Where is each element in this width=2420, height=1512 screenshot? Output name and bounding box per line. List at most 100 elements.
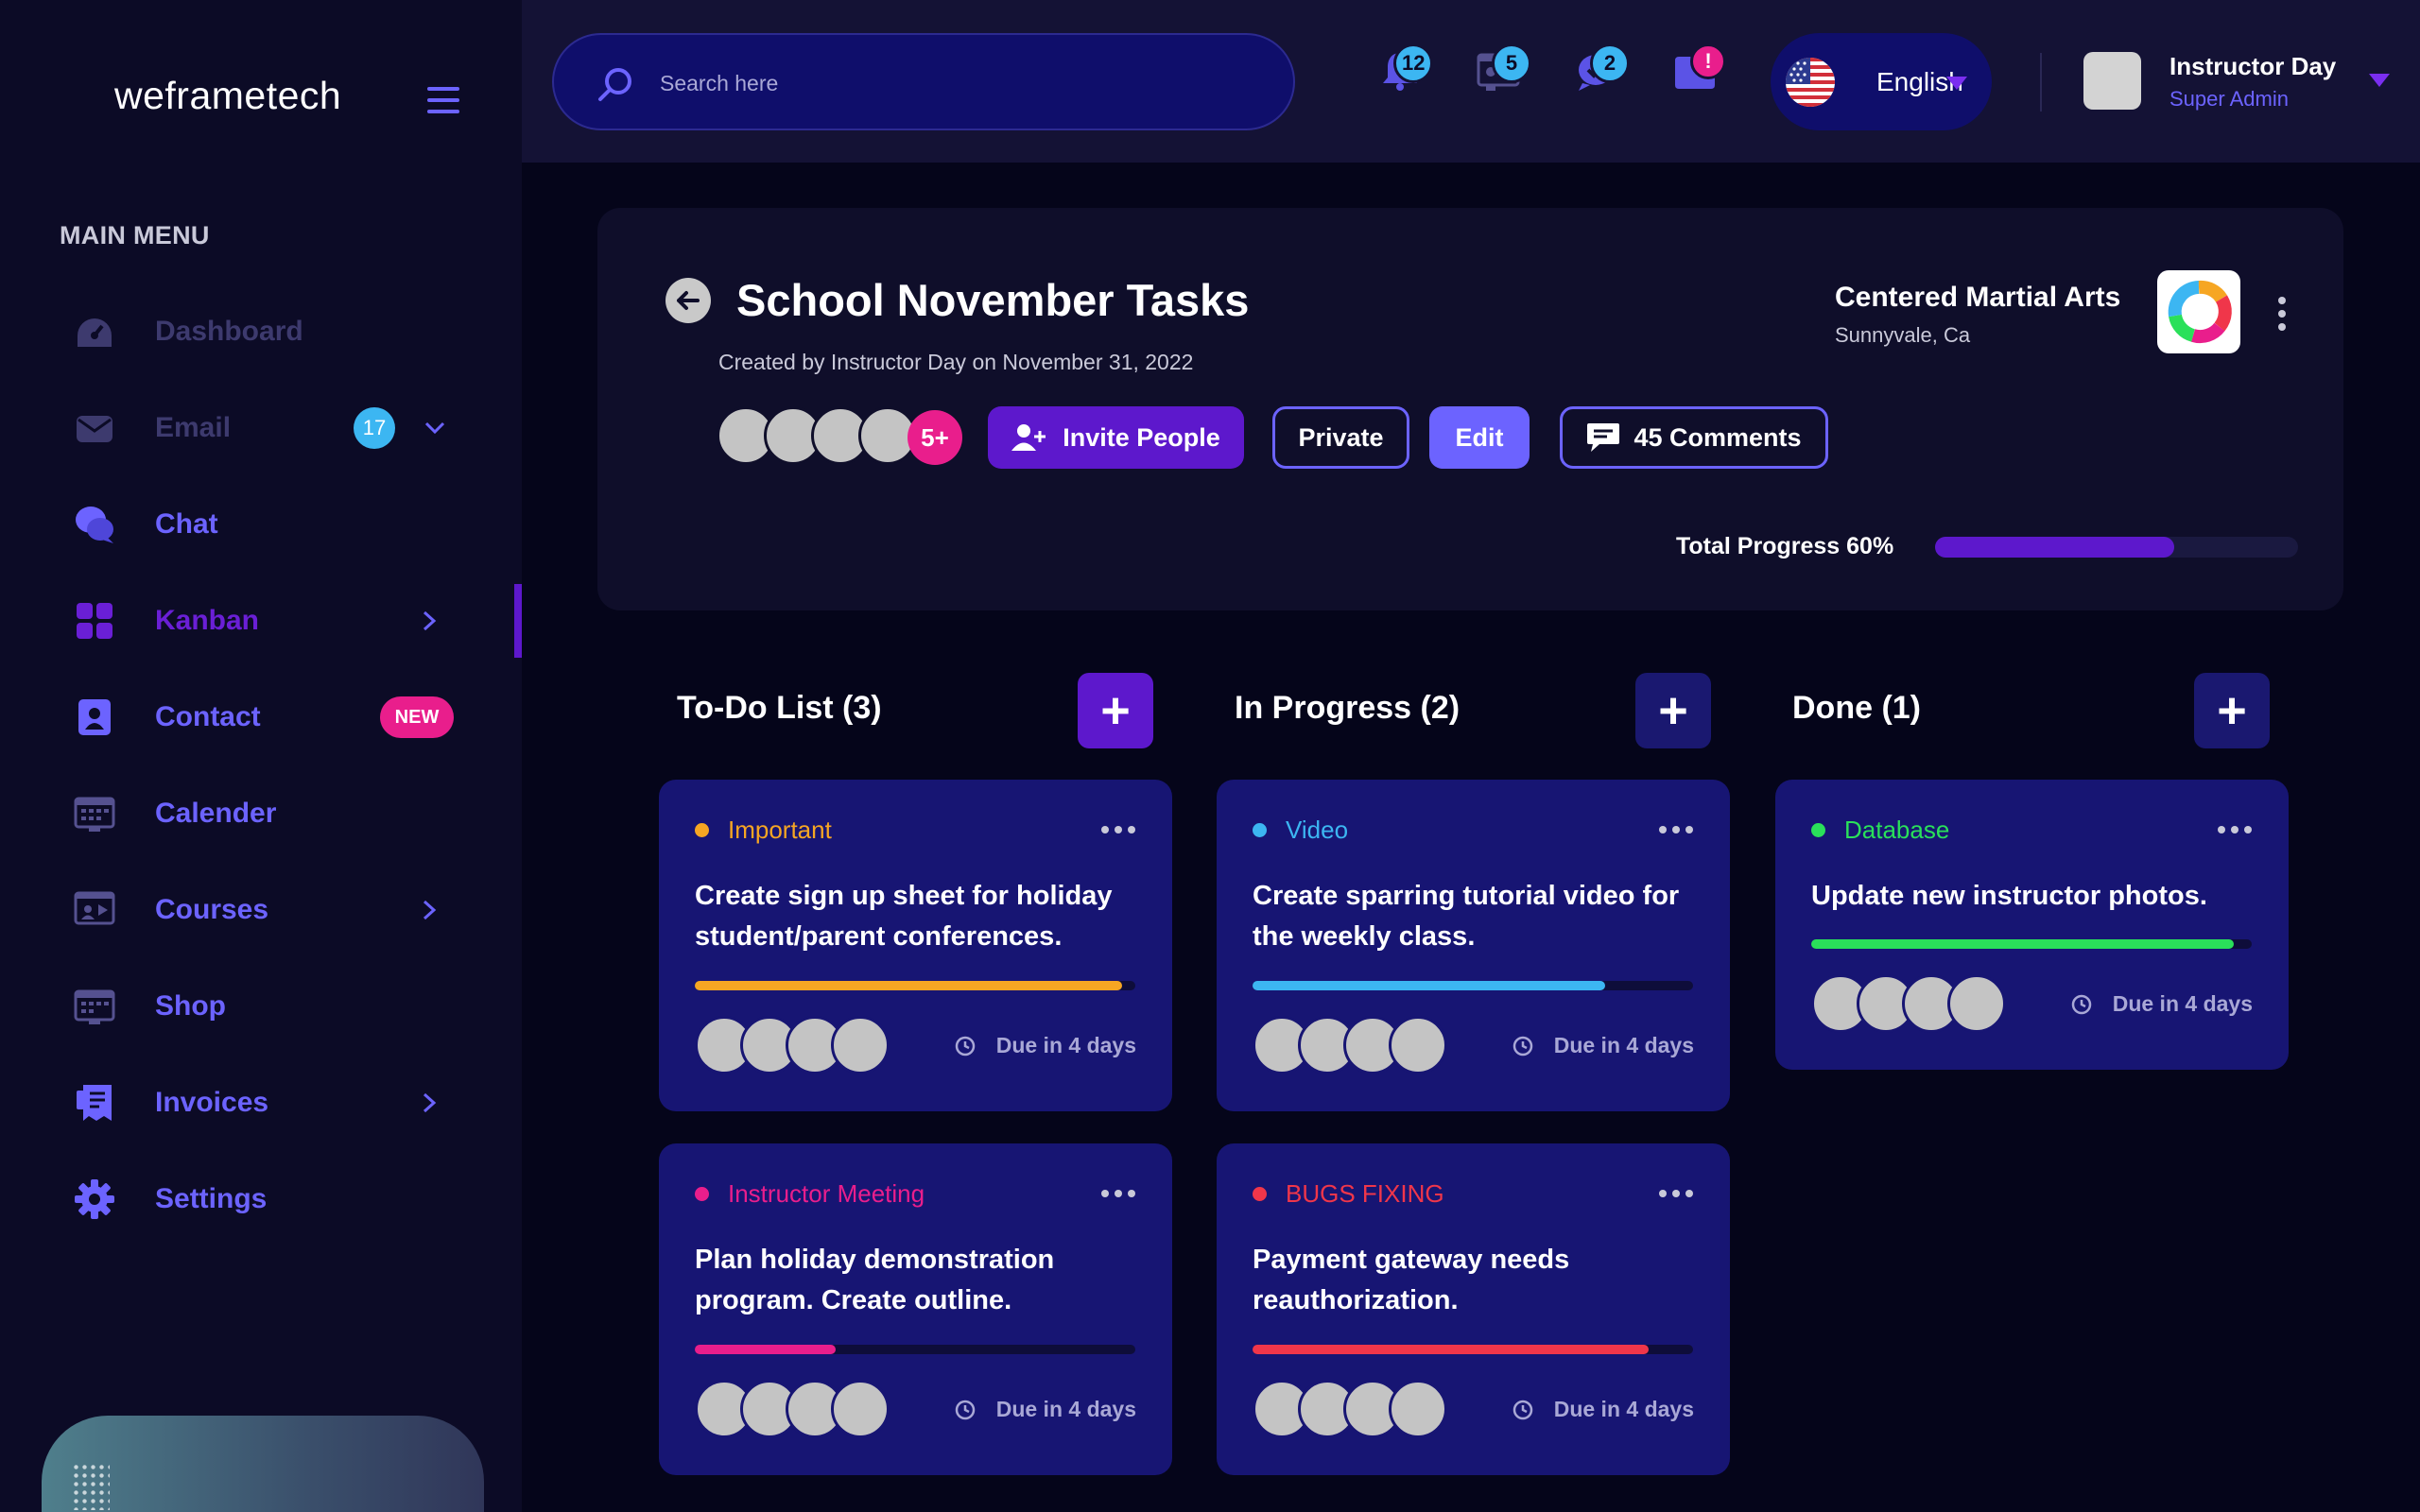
more-vertical-icon[interactable] (2276, 295, 2288, 333)
brand-logo[interactable]: weframetech (114, 74, 341, 118)
more-horizontal-icon[interactable] (1658, 825, 1694, 834)
sidebar-item-kanban[interactable]: Kanban (0, 573, 522, 669)
chevron-right-icon[interactable] (419, 610, 440, 631)
due-label: Due in 4 days (995, 1033, 1136, 1057)
promo-card[interactable] (42, 1416, 484, 1512)
more-horizontal-icon[interactable] (2217, 825, 2253, 834)
comments-button[interactable]: 45 Comments (1560, 406, 1828, 469)
task-card[interactable]: Video Create sparring tutorial video for… (1217, 780, 1730, 1111)
avatar[interactable] (831, 1380, 890, 1438)
sidebar-item-email[interactable]: Email 17 (0, 380, 522, 476)
sidebar-item-courses[interactable]: Courses (0, 862, 522, 958)
assignee-avatars[interactable] (695, 1016, 893, 1076)
sidebar-item-chat[interactable]: Chat (0, 476, 522, 573)
assignee-avatars[interactable] (1253, 1016, 1451, 1076)
sidebar-item-shop[interactable]: Shop (0, 958, 522, 1055)
due-date: Due in 4 days (955, 1397, 1136, 1422)
sidebar-item-settings[interactable]: Settings (0, 1151, 522, 1247)
task-title: Create sign up sheet for holiday student… (695, 881, 1113, 952)
certificate-count-badge: 5 (1492, 43, 1531, 83)
clock-icon (955, 1036, 975, 1056)
add-todo-button[interactable]: + (1078, 673, 1153, 748)
more-horizontal-icon[interactable] (1658, 1189, 1694, 1198)
due-date: Due in 4 days (1512, 1397, 1694, 1422)
chevron-right-icon[interactable] (419, 900, 440, 920)
task-title: Update new instructor photos. (1811, 881, 2207, 911)
task-progress-fill (1811, 939, 2235, 949)
member-avatars[interactable]: 5+ (717, 406, 981, 467)
avatar[interactable] (831, 1016, 890, 1074)
user-name[interactable]: Instructor Day (2169, 52, 2336, 81)
organization-location: Sunnyvale, Ca (1835, 323, 1971, 347)
sidebar-item-dashboard[interactable]: Dashboard (0, 284, 522, 380)
tag-dot (1811, 823, 1825, 837)
caret-down-icon[interactable] (2369, 74, 2390, 87)
sidebar-item-label: Calender (155, 798, 277, 829)
sidebar-item-label: Kanban (155, 605, 260, 636)
language-selector[interactable]: English (1771, 33, 1992, 130)
avatar[interactable] (1389, 1380, 1447, 1438)
due-label: Due in 4 days (1553, 1033, 1694, 1057)
sidebar: weframetech MAIN MENU Dashboard Email 17… (0, 0, 522, 1512)
invite-label: Invite People (1063, 422, 1220, 452)
task-progress-fill (695, 981, 1123, 990)
assignee-avatars[interactable] (1253, 1380, 1451, 1440)
more-horizontal-icon[interactable] (1100, 825, 1136, 834)
chevron-right-icon[interactable] (419, 1092, 440, 1113)
search-bar[interactable] (552, 33, 1295, 130)
task-title: Payment gateway needs reauthorization. (1253, 1245, 1570, 1315)
chat-icon (74, 504, 115, 545)
avatar[interactable] (2083, 52, 2141, 110)
main-menu-heading: MAIN MENU (60, 221, 210, 249)
sidebar-item-invoices[interactable]: Invoices (0, 1055, 522, 1151)
us-flag-icon (1786, 58, 1835, 107)
invite-people-button[interactable]: Invite People (988, 406, 1244, 469)
contact-icon (74, 696, 115, 738)
task-card[interactable]: Important Create sign up sheet for holid… (659, 780, 1172, 1111)
search-input[interactable] (660, 63, 1246, 103)
avatar[interactable] (1389, 1016, 1447, 1074)
task-tag: Instructor Meeting (695, 1179, 925, 1209)
more-horizontal-icon[interactable] (1100, 1189, 1136, 1198)
organization-logo[interactable] (2157, 270, 2240, 353)
dashboard-icon (74, 311, 115, 352)
task-tag: Video (1253, 816, 1348, 845)
total-progress-fill (1935, 537, 2175, 558)
messages-count-badge: 2 (1590, 43, 1630, 83)
clock-icon (1512, 1400, 1532, 1419)
created-by-text: Created by Instructor Day on November 31… (718, 350, 1194, 374)
comments-label: 45 Comments (1634, 422, 1802, 452)
add-done-button[interactable]: + (2194, 673, 2270, 748)
assignee-avatars[interactable] (1811, 974, 2010, 1035)
due-date: Due in 4 days (1512, 1033, 1694, 1058)
edit-button[interactable]: Edit (1429, 406, 1530, 469)
back-button[interactable] (666, 278, 711, 323)
sidebar-item-calender[interactable]: Calender (0, 765, 522, 862)
kanban-icon (74, 600, 115, 642)
sidebar-item-contact[interactable]: Contact NEW (0, 669, 522, 765)
task-tag: BUGS FIXING (1253, 1179, 1444, 1209)
column-title-done: Done (1) (1792, 690, 1921, 726)
sidebar-item-label: Chat (155, 508, 218, 540)
private-button[interactable]: Private (1272, 406, 1409, 469)
assignee-avatars[interactable] (695, 1380, 893, 1440)
new-badge: NEW (380, 696, 454, 738)
hamburger-menu-icon[interactable] (427, 87, 459, 113)
invoices-icon (74, 1082, 115, 1124)
tag-dot (1253, 1187, 1267, 1201)
user-role: Super Admin (2169, 87, 2289, 111)
chevron-down-icon[interactable] (424, 417, 446, 439)
calendar-icon (74, 793, 115, 834)
task-card[interactable]: Instructor Meeting Plan holiday demonstr… (659, 1143, 1172, 1475)
due-label: Due in 4 days (2112, 991, 2253, 1016)
add-in-progress-button[interactable]: + (1635, 673, 1711, 748)
avatar[interactable] (1947, 974, 2006, 1033)
task-card[interactable]: BUGS FIXING Payment gateway needs reauth… (1217, 1143, 1730, 1475)
dots-pattern (72, 1463, 110, 1510)
page-title: School November Tasks (736, 275, 1250, 325)
search-icon[interactable] (596, 64, 635, 104)
tag-label: BUGS FIXING (1286, 1179, 1444, 1208)
task-title: Plan holiday demonstration program. Crea… (695, 1245, 1055, 1315)
more-members-badge[interactable]: 5+ (908, 410, 962, 465)
task-card[interactable]: Database Update new instructor photos. D… (1775, 780, 2289, 1070)
